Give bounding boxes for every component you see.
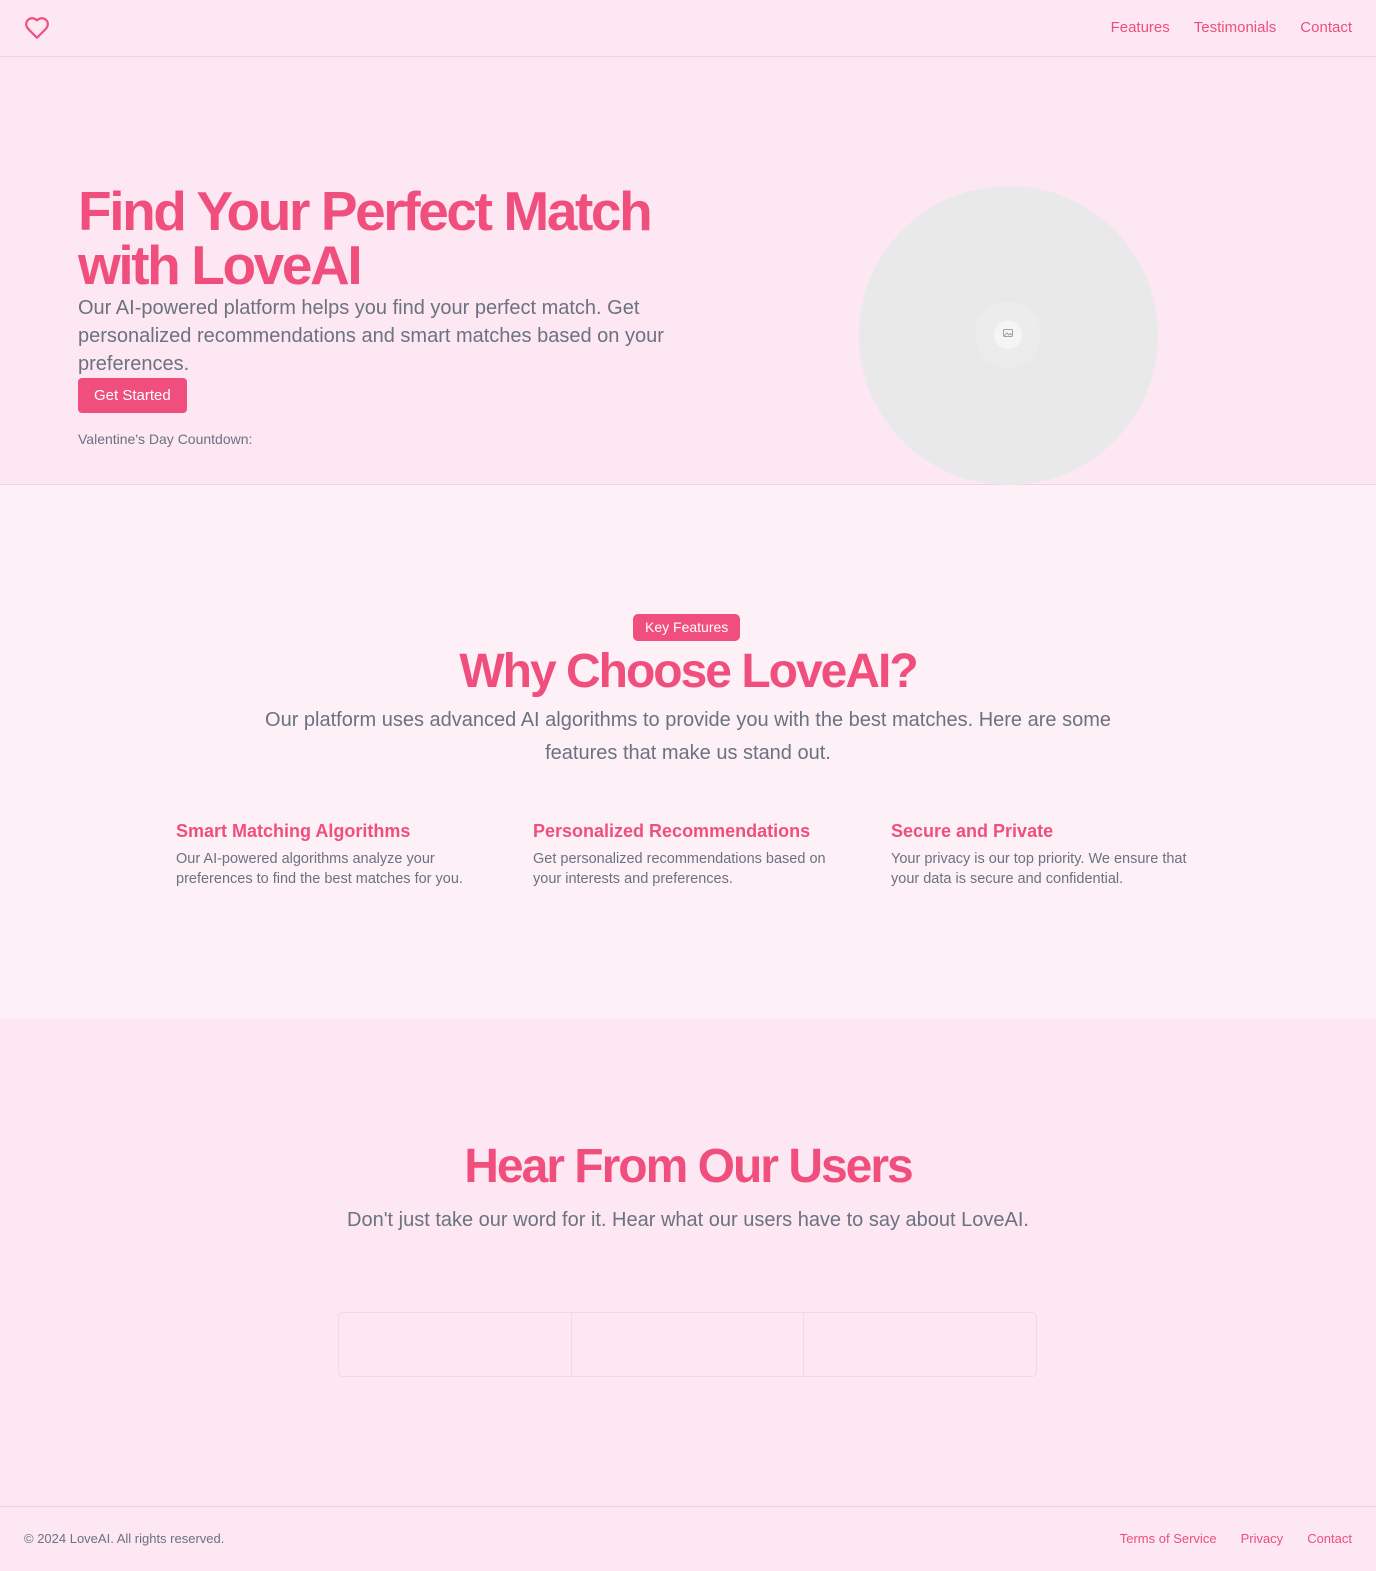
feature-description: Your privacy is our top priority. We ens… <box>891 851 1187 887</box>
feature-title: Smart Matching Algorithms <box>176 821 411 841</box>
testimonial-cards <box>338 1312 1037 1377</box>
site-footer: © 2024 LoveAI. All rights reserved. Term… <box>0 1506 1376 1571</box>
key-features-badge: Key Features <box>633 614 741 641</box>
image-placeholder-icon <box>1002 326 1014 344</box>
footer-link-terms[interactable]: Terms of Service <box>1120 1531 1217 1546</box>
nav-link-testimonials[interactable]: Testimonials <box>1194 18 1277 38</box>
feature-description: Get personalized recommendations based o… <box>533 851 826 887</box>
feature-title: Secure and Private <box>891 821 1054 841</box>
features-title: Why Choose LoveAI? <box>459 645 918 698</box>
nav-link-features[interactable]: Features <box>1111 18 1170 38</box>
hero-image <box>859 186 1158 485</box>
testimonial-card <box>803 1313 1036 1376</box>
nav-link-contact[interactable]: Contact <box>1300 18 1352 38</box>
main-nav: Features Testimonials Contact <box>1111 18 1352 38</box>
footer-links: Terms of Service Privacy Contact <box>1120 1531 1352 1546</box>
testimonial-card <box>339 1313 571 1376</box>
features-subtitle: Our platform uses advanced AI algorithms… <box>265 709 1111 764</box>
testimonials-section: Hear From Our Users Don't just take our … <box>0 1019 1376 1506</box>
feature-description: Our AI-powered algorithms analyze your p… <box>176 851 463 887</box>
hero-section: Find Your Perfect Match with LoveAI Our … <box>0 57 1376 485</box>
heart-icon[interactable] <box>24 15 50 41</box>
get-started-button[interactable]: Get Started <box>78 378 187 413</box>
footer-link-privacy[interactable]: Privacy <box>1241 1531 1284 1546</box>
feature-card: Secure and Private Your privacy is our t… <box>891 819 1211 889</box>
testimonials-subtitle: Don't just take our word for it. Hear wh… <box>347 1209 1029 1231</box>
countdown-label: Valentine's Day Countdown: <box>78 431 253 447</box>
site-header: Features Testimonials Contact <box>0 0 1376 57</box>
footer-link-contact[interactable]: Contact <box>1307 1531 1352 1546</box>
features-section: Key Features Why Choose LoveAI? Our plat… <box>0 485 1376 1019</box>
testimonials-title: Hear From Our Users <box>464 1140 914 1193</box>
image-placeholder <box>975 302 1041 368</box>
feature-card: Personalized Recommendations Get persona… <box>533 819 853 889</box>
hero-title: Find Your Perfect Match with LoveAI <box>78 180 653 296</box>
hero-subtitle: Our AI-powered platform helps you find y… <box>78 297 664 375</box>
feature-card: Smart Matching Algorithms Our AI-powered… <box>176 819 496 889</box>
copyright-text: © 2024 LoveAI. All rights reserved. <box>24 1531 225 1546</box>
feature-title: Personalized Recommendations <box>533 821 811 841</box>
testimonial-card <box>570 1313 804 1376</box>
